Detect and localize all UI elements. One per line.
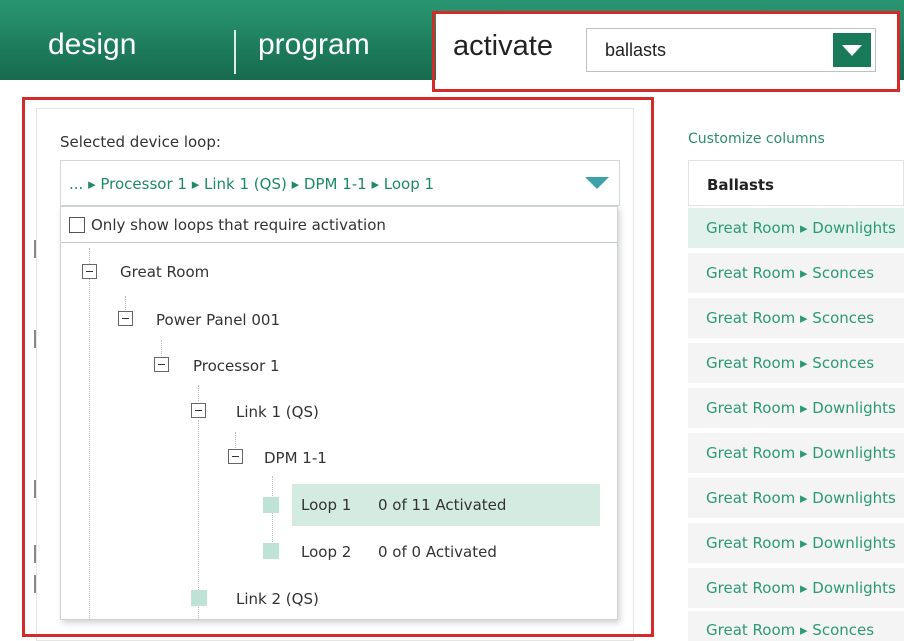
panel-edge-mark xyxy=(34,240,36,258)
tree-connector xyxy=(89,248,90,620)
tree-connector xyxy=(161,340,162,356)
table-row[interactable]: Great Room ▸ Sconces xyxy=(688,298,904,338)
triangle-down-icon xyxy=(842,45,862,56)
tree-item-great-room[interactable]: Great Room xyxy=(120,263,209,281)
table-row[interactable]: Great Room ▸ Downlights xyxy=(688,478,904,518)
nav-divider xyxy=(234,30,236,74)
only-show-row[interactable]: Only show loops that require activation xyxy=(61,207,617,243)
tree-item-loop-2[interactable]: Loop 2 xyxy=(301,543,351,561)
nav-activate[interactable]: activate xyxy=(453,30,553,63)
tree-connector xyxy=(125,296,126,312)
chevron-down-icon[interactable] xyxy=(585,177,609,189)
activate-type-select[interactable]: ballasts xyxy=(586,28,876,72)
only-show-checkbox[interactable] xyxy=(69,217,85,233)
minus-box-icon[interactable] xyxy=(82,264,97,279)
activate-type-value: ballasts xyxy=(605,40,667,60)
table-row[interactable]: Great Room ▸ Sconces xyxy=(688,343,904,383)
minus-box-icon[interactable] xyxy=(118,311,133,326)
square-leaf-icon xyxy=(263,543,279,559)
tree-connector xyxy=(198,385,199,401)
selected-loop-label: Selected device loop: xyxy=(60,133,221,151)
square-leaf-icon xyxy=(263,497,279,513)
tree-item-loop-1[interactable]: Loop 1 xyxy=(301,496,351,514)
loop-2-status: 0 of 0 Activated xyxy=(378,543,497,561)
tree-item-link-2[interactable]: Link 2 (QS) xyxy=(236,590,319,608)
panel-edge-mark xyxy=(34,480,36,498)
panel-edge-mark xyxy=(34,330,36,348)
tree-item-link-1[interactable]: Link 1 (QS) xyxy=(236,403,319,421)
table-row[interactable]: Great Room ▸ Downlights xyxy=(688,523,904,563)
square-leaf-icon xyxy=(191,590,207,606)
tree-item-power-panel[interactable]: Power Panel 001 xyxy=(156,311,280,329)
panel-edge-mark xyxy=(34,575,36,593)
device-loop-select[interactable]: ... ▸ Processor 1 ▸ Link 1 (QS) ▸ DPM 1-… xyxy=(60,160,620,206)
table-row[interactable]: Great Room ▸ Sconces xyxy=(688,253,904,293)
customize-columns-link[interactable]: Customize columns xyxy=(688,131,825,147)
tree-item-dpm[interactable]: DPM 1-1 xyxy=(264,449,327,467)
nav-program[interactable]: program xyxy=(258,28,370,62)
loop-1-status: 0 of 11 Activated xyxy=(378,496,507,514)
table-row[interactable]: Great Room ▸ Downlights xyxy=(688,208,904,248)
minus-box-icon[interactable] xyxy=(228,449,243,464)
table-row[interactable]: Great Room ▸ Downlights xyxy=(688,433,904,473)
minus-box-icon[interactable] xyxy=(191,403,206,418)
table-row[interactable]: Great Room ▸ Sconces xyxy=(688,611,904,641)
tree-connector xyxy=(235,432,236,448)
select-dropdown-button[interactable] xyxy=(833,33,871,67)
nav-design[interactable]: design xyxy=(48,28,136,62)
table-row[interactable]: Great Room ▸ Downlights xyxy=(688,568,904,608)
table-row[interactable]: Great Room ▸ Downlights xyxy=(688,388,904,428)
device-loop-path: ... ▸ Processor 1 ▸ Link 1 (QS) ▸ DPM 1-… xyxy=(69,175,435,193)
only-show-label: Only show loops that require activation xyxy=(91,216,386,234)
panel-edge-mark xyxy=(34,545,36,563)
ballasts-column-header[interactable]: Ballasts xyxy=(688,160,904,206)
ballasts-header-label: Ballasts xyxy=(707,176,774,194)
tree-item-processor[interactable]: Processor 1 xyxy=(193,357,280,375)
minus-box-icon[interactable] xyxy=(154,357,169,372)
